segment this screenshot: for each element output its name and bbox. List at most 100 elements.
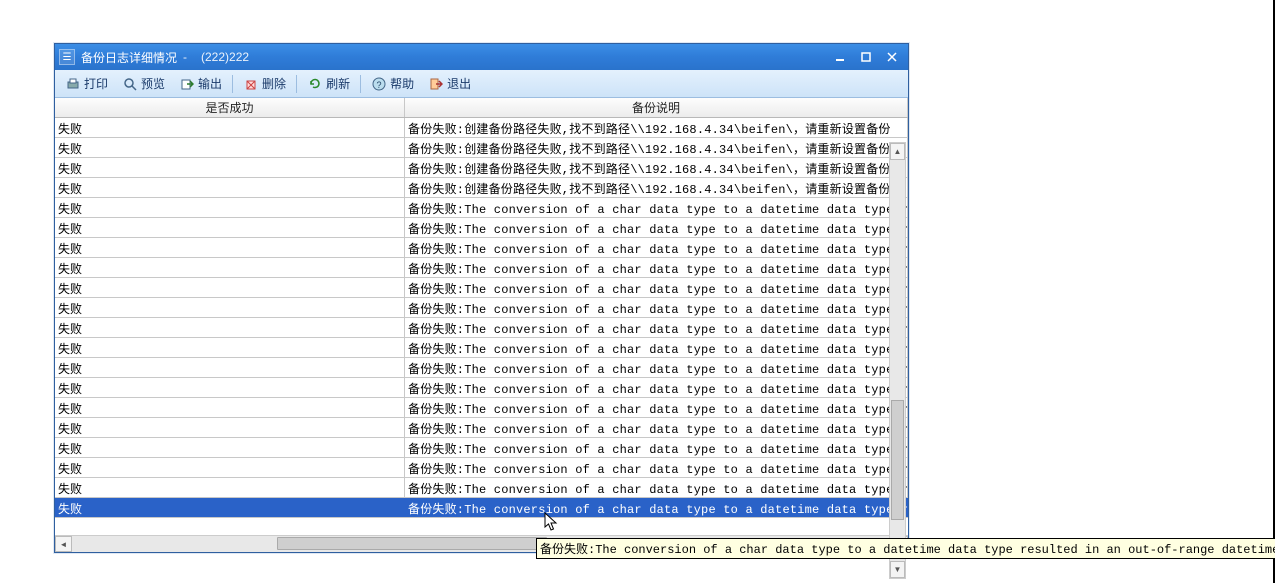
cell-desc: 备份失败:The conversion of a char data type … [405, 218, 908, 237]
table-row[interactable]: 失败备份失败:The conversion of a char data typ… [55, 318, 908, 338]
help-button[interactable]: ? 帮助 [365, 73, 420, 95]
refresh-button[interactable]: 刷新 [301, 73, 356, 95]
data-grid: 是否成功 备份说明 失败备份失败:创建备份路径失败,找不到路径\\192.168… [55, 98, 908, 552]
table-row[interactable]: 失败备份失败:The conversion of a char data typ… [55, 418, 908, 438]
export-button[interactable]: 输出 [173, 73, 228, 95]
cell-desc: 备份失败:创建备份路径失败,找不到路径\\192.168.4.34\beifen… [405, 138, 908, 157]
scroll-down-button[interactable]: ▼ [890, 561, 905, 578]
table-row[interactable]: 失败备份失败:创建备份路径失败,找不到路径\\192.168.4.34\beif… [55, 158, 908, 178]
delete-label: 删除 [262, 75, 286, 92]
tooltip: 备份失败:The conversion of a char data type … [536, 538, 1275, 559]
print-label: 打印 [84, 75, 108, 92]
table-row[interactable]: 失败备份失败:创建备份路径失败,找不到路径\\192.168.4.34\beif… [55, 118, 908, 138]
delete-icon [243, 76, 259, 92]
column-header-status[interactable]: 是否成功 [55, 98, 405, 117]
exit-button[interactable]: 退出 [422, 73, 477, 95]
app-icon: ☰ [59, 49, 75, 65]
cell-status: 失败 [55, 378, 405, 397]
cell-desc: 备份失败:The conversion of a char data type … [405, 358, 908, 377]
table-row[interactable]: 失败备份失败:The conversion of a char data typ… [55, 458, 908, 478]
cell-desc: 备份失败:The conversion of a char data type … [405, 458, 908, 477]
cell-status: 失败 [55, 398, 405, 417]
delete-button[interactable]: 删除 [237, 73, 292, 95]
cell-desc: 备份失败:The conversion of a char data type … [405, 278, 908, 297]
column-header-desc[interactable]: 备份说明 [405, 98, 908, 117]
scroll-left-button[interactable]: ◄ [55, 536, 72, 552]
cell-desc: 备份失败:The conversion of a char data type … [405, 378, 908, 397]
cell-status: 失败 [55, 358, 405, 377]
cell-desc: 备份失败:The conversion of a char data type … [405, 478, 908, 497]
preview-button[interactable]: 预览 [116, 73, 171, 95]
table-row[interactable]: 失败备份失败:The conversion of a char data typ… [55, 218, 908, 238]
table-row[interactable]: 失败备份失败:创建备份路径失败,找不到路径\\192.168.4.34\beif… [55, 178, 908, 198]
table-row[interactable]: 失败备份失败:The conversion of a char data typ… [55, 398, 908, 418]
cell-status: 失败 [55, 218, 405, 237]
cell-desc: 备份失败:创建备份路径失败,找不到路径\\192.168.4.34\beifen… [405, 178, 908, 197]
scroll-up-button[interactable]: ▲ [890, 143, 905, 160]
grid-header[interactable]: 是否成功 备份说明 [55, 98, 908, 118]
table-row[interactable]: 失败备份失败:The conversion of a char data typ… [55, 498, 908, 518]
cell-status: 失败 [55, 258, 405, 277]
table-row[interactable]: 失败备份失败:The conversion of a char data typ… [55, 238, 908, 258]
close-button[interactable] [880, 49, 904, 65]
vertical-scrollbar[interactable]: ▲ ▼ [889, 142, 906, 579]
printer-icon [65, 76, 81, 92]
print-button[interactable]: 打印 [59, 73, 114, 95]
cell-status: 失败 [55, 198, 405, 217]
refresh-icon [307, 76, 323, 92]
refresh-label: 刷新 [326, 75, 350, 92]
toolbar-separator [360, 75, 361, 93]
minimize-button[interactable] [828, 49, 852, 65]
help-label: 帮助 [390, 75, 414, 92]
export-label: 输出 [198, 75, 222, 92]
toolbar-separator [232, 75, 233, 93]
table-row[interactable]: 失败备份失败:The conversion of a char data typ… [55, 358, 908, 378]
svg-text:?: ? [377, 80, 382, 90]
table-row[interactable]: 失败备份失败:The conversion of a char data typ… [55, 298, 908, 318]
cell-status: 失败 [55, 498, 405, 517]
log-detail-window: ☰ 备份日志详细情况 - (222)222 打印 预览 输出 删除 [54, 43, 909, 553]
table-row[interactable]: 失败备份失败:The conversion of a char data typ… [55, 438, 908, 458]
magnifier-icon [122, 76, 138, 92]
grid-body[interactable]: 失败备份失败:创建备份路径失败,找不到路径\\192.168.4.34\beif… [55, 118, 908, 535]
table-row[interactable]: 失败备份失败:The conversion of a char data typ… [55, 258, 908, 278]
exit-label: 退出 [447, 75, 471, 92]
cell-desc: 备份失败:The conversion of a char data type … [405, 258, 908, 277]
cell-desc: 备份失败:The conversion of a char data type … [405, 298, 908, 317]
help-icon: ? [371, 76, 387, 92]
table-row[interactable]: 失败备份失败:The conversion of a char data typ… [55, 478, 908, 498]
toolbar: 打印 预览 输出 删除 刷新 ? 帮助 退出 [55, 70, 908, 98]
cell-status: 失败 [55, 318, 405, 337]
hscroll-thumb[interactable] [277, 537, 547, 550]
table-row[interactable]: 失败备份失败:The conversion of a char data typ… [55, 278, 908, 298]
table-row[interactable]: 失败备份失败:The conversion of a char data typ… [55, 378, 908, 398]
cell-status: 失败 [55, 418, 405, 437]
cell-status: 失败 [55, 178, 405, 197]
preview-label: 预览 [141, 75, 165, 92]
cell-desc: 备份失败:The conversion of a char data type … [405, 418, 908, 437]
cell-status: 失败 [55, 158, 405, 177]
cell-status: 失败 [55, 478, 405, 497]
toolbar-separator [296, 75, 297, 93]
cell-status: 失败 [55, 458, 405, 477]
cell-status: 失败 [55, 438, 405, 457]
cell-desc: 备份失败:The conversion of a char data type … [405, 398, 908, 417]
cell-status: 失败 [55, 118, 405, 137]
title-bar[interactable]: ☰ 备份日志详细情况 - (222)222 [55, 44, 908, 70]
maximize-button[interactable] [854, 49, 878, 65]
cell-status: 失败 [55, 338, 405, 357]
cell-desc: 备份失败:The conversion of a char data type … [405, 318, 908, 337]
table-row[interactable]: 失败备份失败:The conversion of a char data typ… [55, 338, 908, 358]
export-icon [179, 76, 195, 92]
cell-desc: 备份失败:The conversion of a char data type … [405, 338, 908, 357]
cell-status: 失败 [55, 238, 405, 257]
cell-desc: 备份失败:创建备份路径失败,找不到路径\\192.168.4.34\beifen… [405, 158, 908, 177]
cell-desc: 备份失败:The conversion of a char data type … [405, 498, 908, 517]
cell-status: 失败 [55, 138, 405, 157]
window-title-sep: - [183, 50, 187, 64]
table-row[interactable]: 失败备份失败:The conversion of a char data typ… [55, 198, 908, 218]
vscroll-thumb[interactable] [891, 400, 904, 520]
table-row[interactable]: 失败备份失败:创建备份路径失败,找不到路径\\192.168.4.34\beif… [55, 138, 908, 158]
cell-status: 失败 [55, 298, 405, 317]
vscroll-track[interactable] [890, 160, 905, 561]
